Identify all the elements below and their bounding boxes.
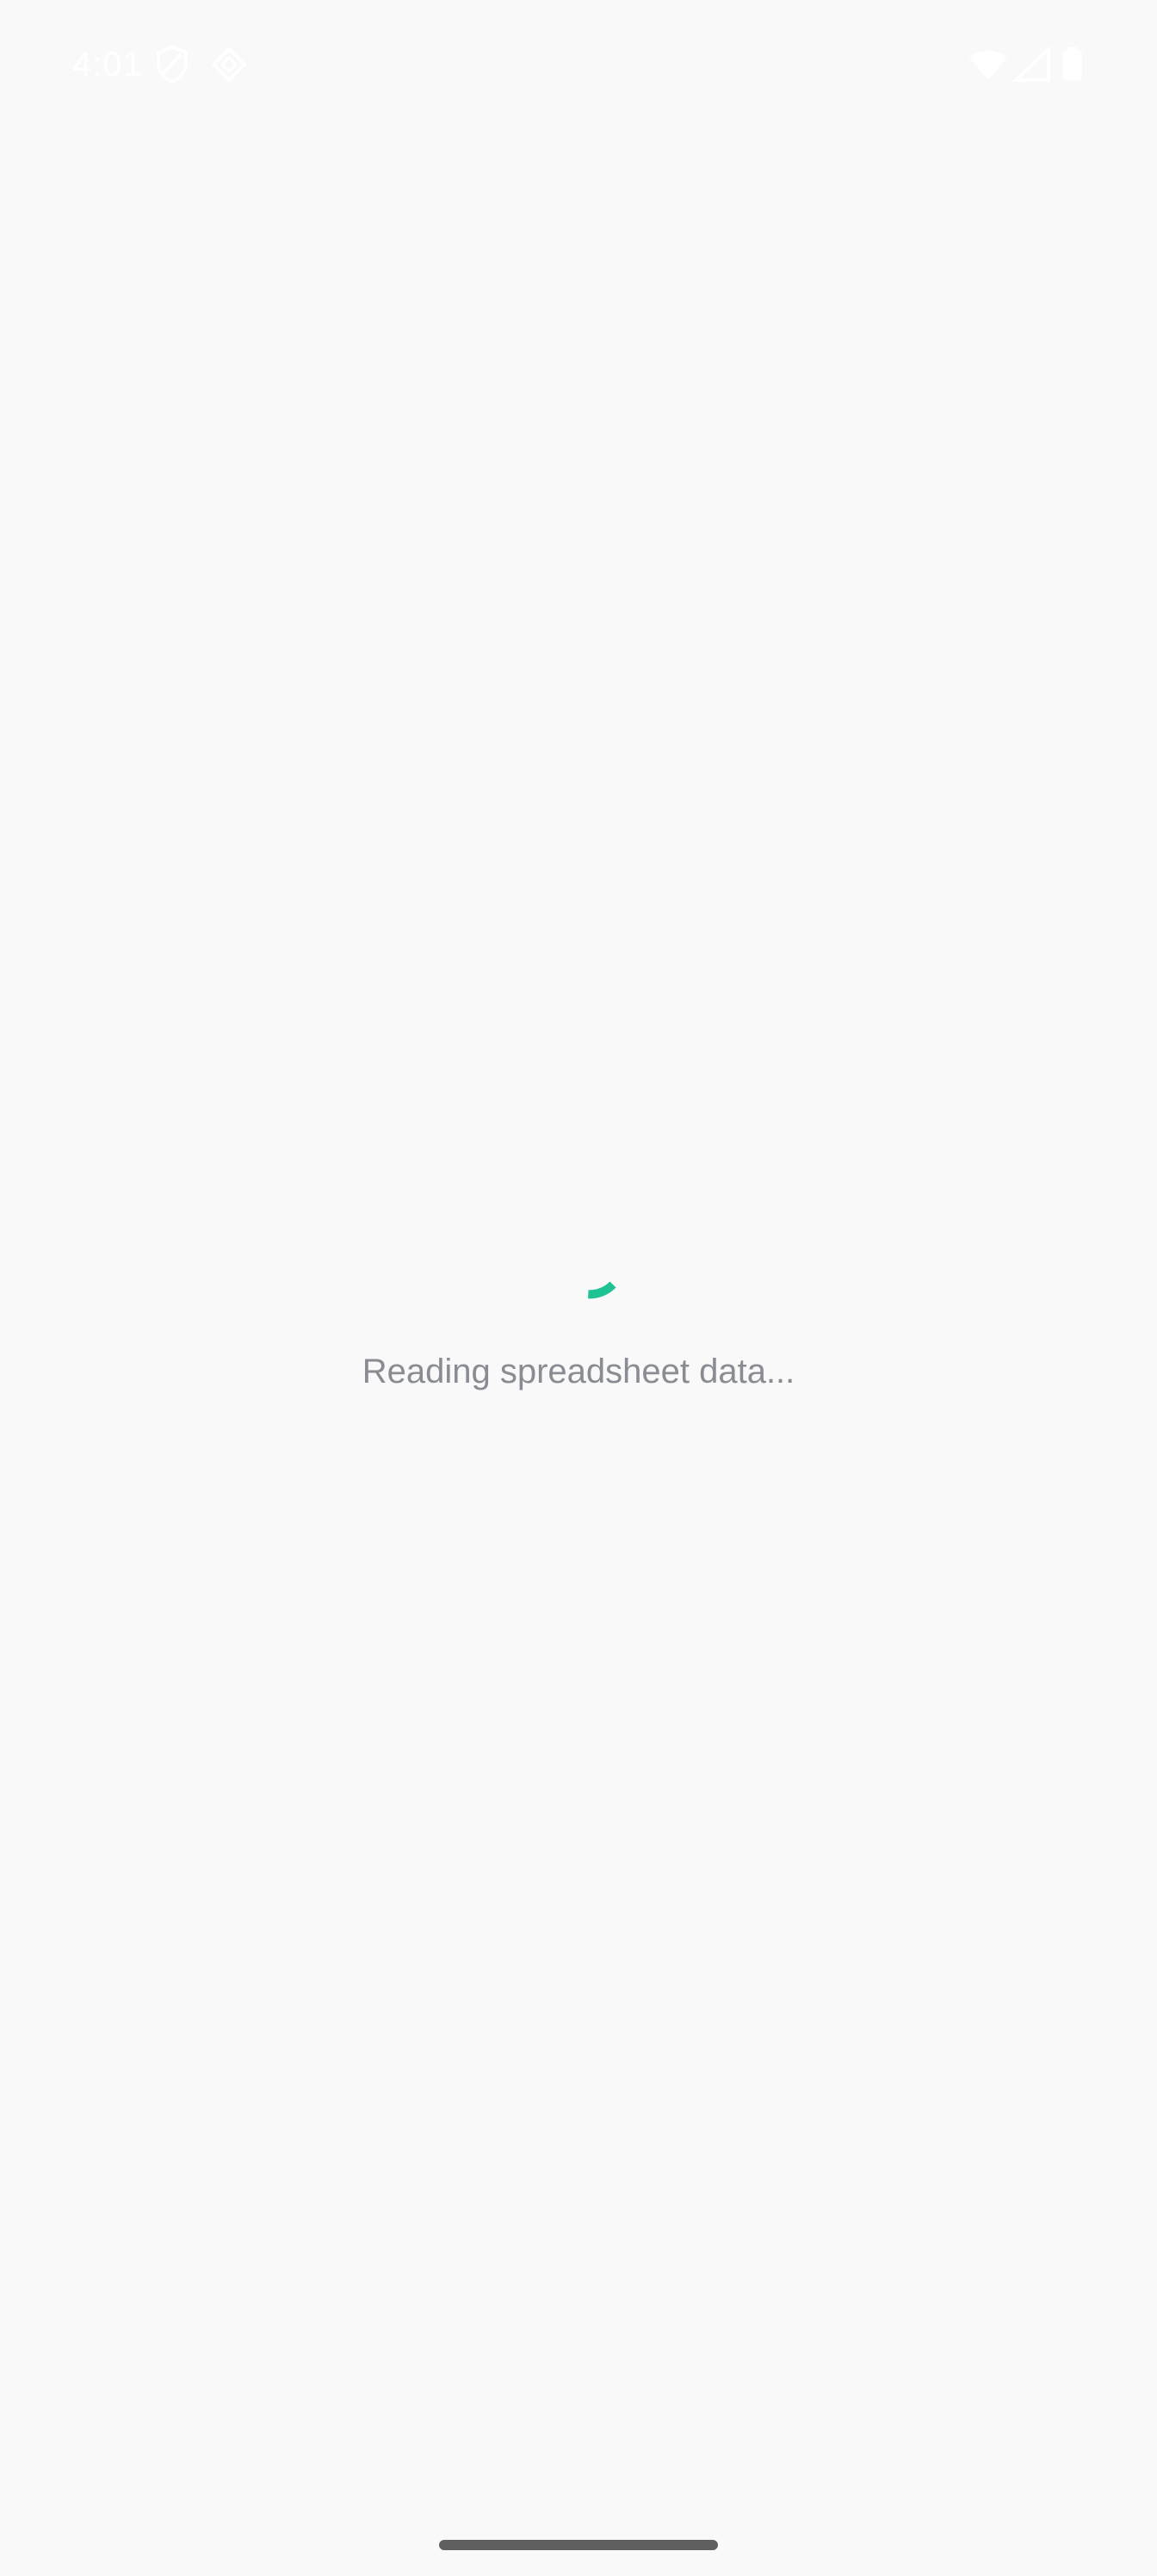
status-time: 4:01 [72, 46, 143, 84]
loading-spinner-icon [553, 1240, 646, 1333]
shield-icon [152, 43, 193, 86]
diamond-icon [208, 43, 250, 86]
status-bar: 4:01 [0, 0, 1157, 129]
loading-message: Reading spreadsheet data... [362, 1353, 795, 1390]
battery-icon [1054, 43, 1092, 86]
wifi-icon [968, 43, 1009, 86]
gesture-nav-handle[interactable] [439, 2540, 718, 2550]
cellular-signal-icon [1011, 43, 1052, 86]
app-screen: 4:01 Reading spreadsheet data... [0, 0, 1157, 2576]
